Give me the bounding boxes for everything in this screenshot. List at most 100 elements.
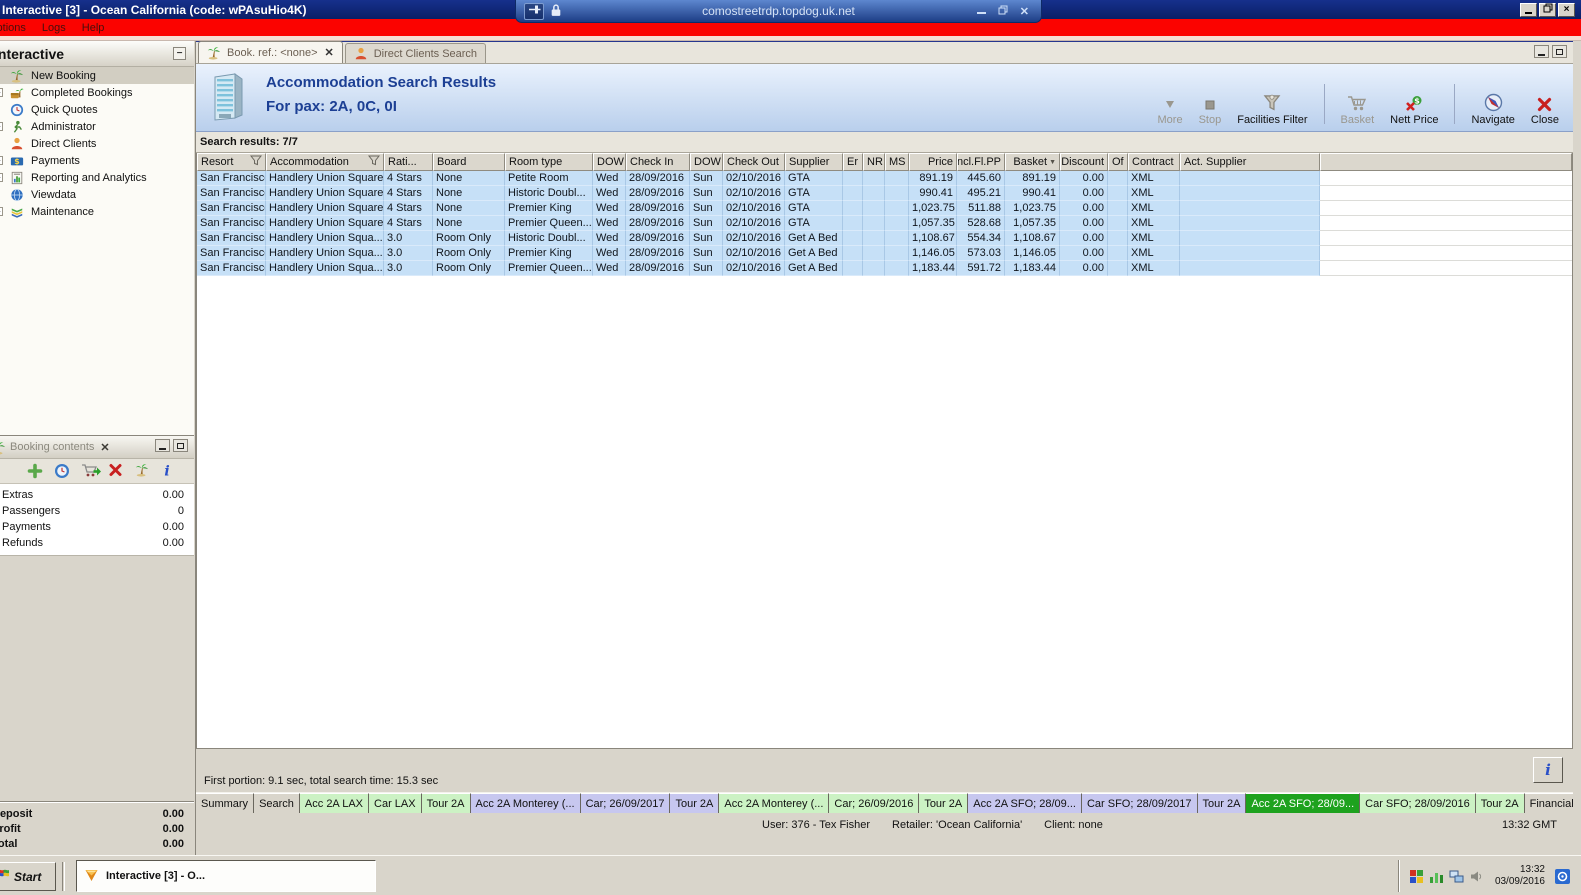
- nav-collapse-button[interactable]: −: [173, 47, 186, 60]
- column-header-supplier[interactable]: Supplier: [785, 153, 843, 171]
- menu-item-options[interactable]: Options: [0, 22, 34, 34]
- filter-funnel-icon[interactable]: [367, 155, 381, 169]
- column-header-dow[interactable]: DOW: [690, 153, 723, 171]
- table-row[interactable]: San Francisco Handlery Union Squa... 3.0 Ro…: [197, 246, 1572, 261]
- tray-volume-icon[interactable]: [1469, 869, 1484, 884]
- navigate-button[interactable]: Navigate: [1465, 91, 1520, 128]
- task-button-interactive[interactable]: Interactive [3] - O...: [76, 860, 376, 892]
- table-row[interactable]: San Francisco Handlery Union Squa... 3.0 Ro…: [197, 261, 1572, 276]
- column-header-discount[interactable]: Discount: [1060, 153, 1108, 171]
- tray-messenger-icon[interactable]: [1554, 868, 1571, 885]
- info-button[interactable]: i: [1533, 757, 1563, 783]
- tray-network-icon[interactable]: [1449, 869, 1464, 884]
- section-tab-car-lax[interactable]: Car LAX: [369, 793, 422, 813]
- section-tab-tour-2a[interactable]: Tour 2A: [1475, 793, 1525, 813]
- column-header-contract[interactable]: Contract: [1128, 153, 1180, 171]
- sidebar-item-new-booking[interactable]: +New Booking: [0, 67, 194, 84]
- column-header-board[interactable]: Board: [433, 153, 505, 171]
- minimize-button[interactable]: [1520, 2, 1537, 17]
- restore-button[interactable]: [1539, 2, 1556, 17]
- expander-icon[interactable]: +: [0, 122, 3, 131]
- tray-grid-icon[interactable]: [1409, 869, 1424, 884]
- section-tab-search[interactable]: Search: [254, 793, 300, 813]
- table-row[interactable]: San Francisco Handlery Union Square 4 Star…: [197, 186, 1572, 201]
- tray-chart-icon[interactable]: [1429, 869, 1444, 884]
- column-header-ms[interactable]: MS: [885, 153, 909, 171]
- rdp-restore-button[interactable]: [998, 5, 1008, 18]
- globe-clock-icon[interactable]: [54, 463, 72, 479]
- panel-minimize-button[interactable]: [155, 439, 170, 452]
- table-row[interactable]: San Francisco Handlery Union Square 4 Star…: [197, 171, 1572, 186]
- column-header-incl-fl-pp[interactable]: Incl.Fl.PP: [957, 153, 1005, 171]
- section-tab-car-26-09-2016[interactable]: Car; 26/09/2016: [829, 793, 920, 813]
- column-header-rati[interactable]: Rati...: [384, 153, 433, 171]
- column-header-dow[interactable]: DOW: [593, 153, 626, 171]
- nav-panel-title: Interactive: [0, 45, 65, 62]
- rdp-close-button[interactable]: ✕: [1020, 5, 1029, 18]
- column-header-nr[interactable]: NR: [863, 153, 885, 171]
- table-row[interactable]: San Francisco Handlery Union Square 4 Star…: [197, 201, 1572, 216]
- main-minimize-button[interactable]: [1534, 45, 1549, 58]
- section-tab-acc-2a-sfo-28-09[interactable]: Acc 2A SFO; 28/09...: [1246, 793, 1361, 813]
- section-tab-financial-summary[interactable]: Financial Summary: [1524, 793, 1573, 813]
- section-tab-acc-2a-lax[interactable]: Acc 2A LAX: [299, 793, 370, 813]
- section-tab-summary[interactable]: Summary: [196, 793, 255, 813]
- start-button[interactable]: Start: [0, 862, 56, 891]
- nett-price-button[interactable]: $ Nett Price: [1384, 91, 1444, 128]
- plus-icon[interactable]: [27, 463, 45, 479]
- column-header-check-out[interactable]: Check Out: [723, 153, 785, 171]
- expander-icon[interactable]: +: [0, 207, 3, 216]
- section-tab-acc-2a-monterey[interactable]: Acc 2A Monterey (...: [719, 793, 830, 813]
- red-x-icon[interactable]: [108, 463, 126, 479]
- expander-icon[interactable]: +: [0, 88, 3, 97]
- palm-icon[interactable]: [135, 463, 153, 479]
- info-icon[interactable]: i: [162, 463, 180, 480]
- menu-item-help[interactable]: Help: [74, 22, 113, 34]
- sidebar-item-direct-clients[interactable]: +Direct Clients: [0, 135, 194, 152]
- close-button[interactable]: Close: [1525, 91, 1565, 128]
- booking-contents-close-icon[interactable]: ✕: [100, 441, 109, 454]
- tab-book-ref-none[interactable]: Book. ref.: <none> ✕: [198, 41, 343, 63]
- panel-maximize-button[interactable]: [173, 439, 188, 452]
- sidebar-item-viewdata[interactable]: +Viewdata: [0, 186, 194, 203]
- expander-icon[interactable]: +: [0, 173, 3, 182]
- column-header-er[interactable]: Er: [843, 153, 863, 171]
- section-tab-car-26-09-2017[interactable]: Car; 26/09/2017: [580, 793, 671, 813]
- sidebar-item-completed-bookings[interactable]: + Completed Bookings: [0, 84, 194, 101]
- column-header-room-type[interactable]: Room type: [505, 153, 593, 171]
- tab-close-icon[interactable]: ✕: [325, 46, 334, 59]
- sidebar-item-maintenance[interactable]: + Maintenance: [0, 203, 194, 220]
- tab-direct-clients-search[interactable]: Direct Clients Search: [344, 43, 487, 63]
- column-header-check-in[interactable]: Check In: [626, 153, 690, 171]
- section-tab-tour-2a[interactable]: Tour 2A: [919, 793, 969, 813]
- cart-arrow-icon[interactable]: [81, 463, 101, 479]
- facilities-filter-button[interactable]: Facilities Filter: [1231, 91, 1313, 128]
- section-tab-tour-2a[interactable]: Tour 2A: [670, 793, 720, 813]
- column-header-accommodation[interactable]: Accommodation: [266, 153, 384, 171]
- sidebar-item-quick-quotes[interactable]: +Quick Quotes: [0, 101, 194, 118]
- main-maximize-button[interactable]: [1552, 45, 1567, 58]
- cell-supplier: Get A Bed: [785, 231, 843, 246]
- cell-nr: [863, 171, 885, 186]
- section-tab-car-sfo-28-09-2016[interactable]: Car SFO; 28/09/2016: [1360, 793, 1476, 813]
- section-tab-tour-2a[interactable]: Tour 2A: [1197, 793, 1247, 813]
- section-tab-car-sfo-28-09-2017[interactable]: Car SFO; 28/09/2017: [1081, 793, 1198, 813]
- menu-item-logs[interactable]: Logs: [34, 22, 74, 34]
- sidebar-item-administrator[interactable]: + Administrator: [0, 118, 194, 135]
- column-header-of[interactable]: Of: [1108, 153, 1128, 171]
- column-header-act-supplier[interactable]: Act. Supplier: [1180, 153, 1320, 171]
- section-tab-acc-2a-sfo-28-09[interactable]: Acc 2A SFO; 28/09...: [968, 793, 1082, 813]
- section-tab-tour-2a[interactable]: Tour 2A: [421, 793, 471, 813]
- table-row[interactable]: San Francisco Handlery Union Square 4 Star…: [197, 216, 1572, 231]
- table-row[interactable]: San Francisco Handlery Union Squa... 3.0 Ro…: [197, 231, 1572, 246]
- column-header-price[interactable]: Price: [909, 153, 957, 171]
- column-header-basket[interactable]: Basket ▼: [1005, 153, 1060, 171]
- column-header-resort[interactable]: Resort: [197, 153, 266, 171]
- close-button[interactable]: ×: [1558, 2, 1575, 17]
- rdp-minimize-button[interactable]: [976, 5, 986, 17]
- expander-icon[interactable]: +: [0, 156, 3, 165]
- section-tab-acc-2a-monterey[interactable]: Acc 2A Monterey (...: [470, 793, 581, 813]
- filter-funnel-icon[interactable]: [249, 155, 263, 169]
- sidebar-item-payments[interactable]: + $ Payments: [0, 152, 194, 169]
- sidebar-item-reporting-and-analytics[interactable]: + Reporting and Analytics: [0, 169, 194, 186]
